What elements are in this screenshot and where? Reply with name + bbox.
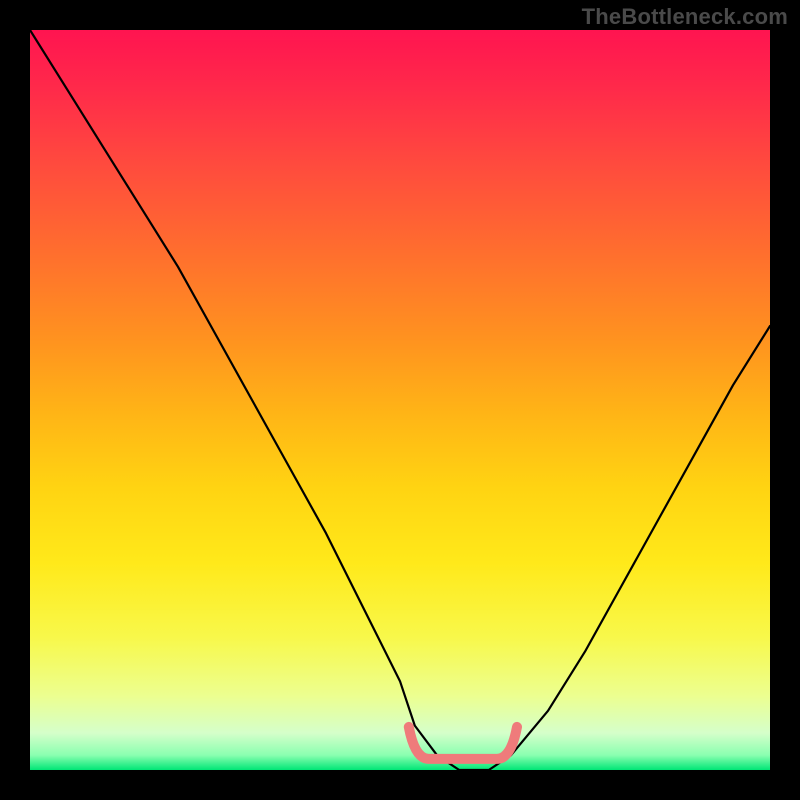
plot-area <box>30 30 770 770</box>
bottleneck-curve <box>30 30 770 770</box>
chart-frame: TheBottleneck.com <box>0 0 800 800</box>
watermark-label: TheBottleneck.com <box>582 4 788 30</box>
curve-svg <box>30 30 770 770</box>
valley-highlight <box>409 727 517 759</box>
